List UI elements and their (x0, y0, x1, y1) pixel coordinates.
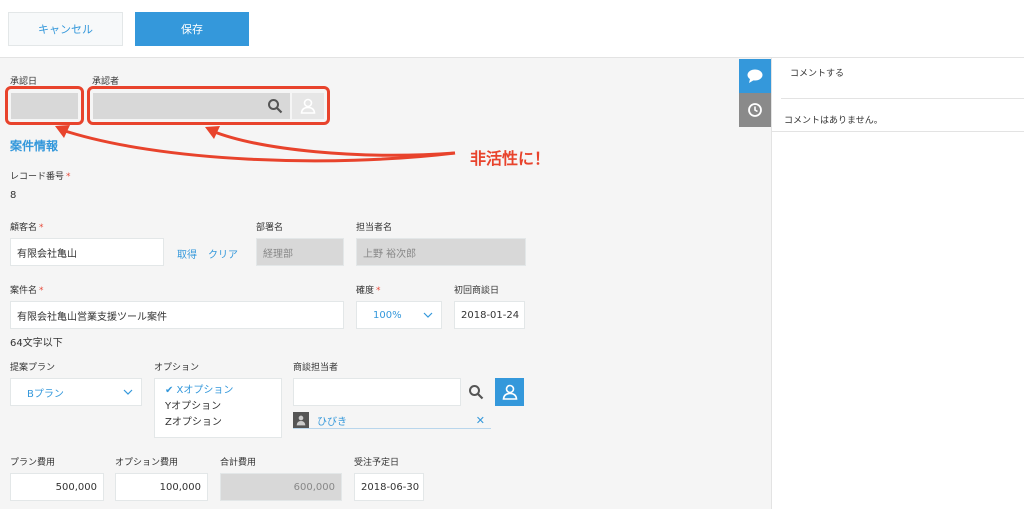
no-comments-text: コメントはありません。 (784, 116, 883, 126)
comment-input[interactable]: コメントする (781, 62, 1024, 99)
divider (772, 131, 1024, 132)
annotation-arrows (55, 125, 456, 163)
annotation-text: 非活性に！ (470, 149, 551, 168)
speech-bubble-icon (747, 69, 763, 83)
history-icon (748, 103, 762, 117)
history-tab[interactable] (739, 93, 771, 127)
comment-tab[interactable] (739, 59, 771, 93)
